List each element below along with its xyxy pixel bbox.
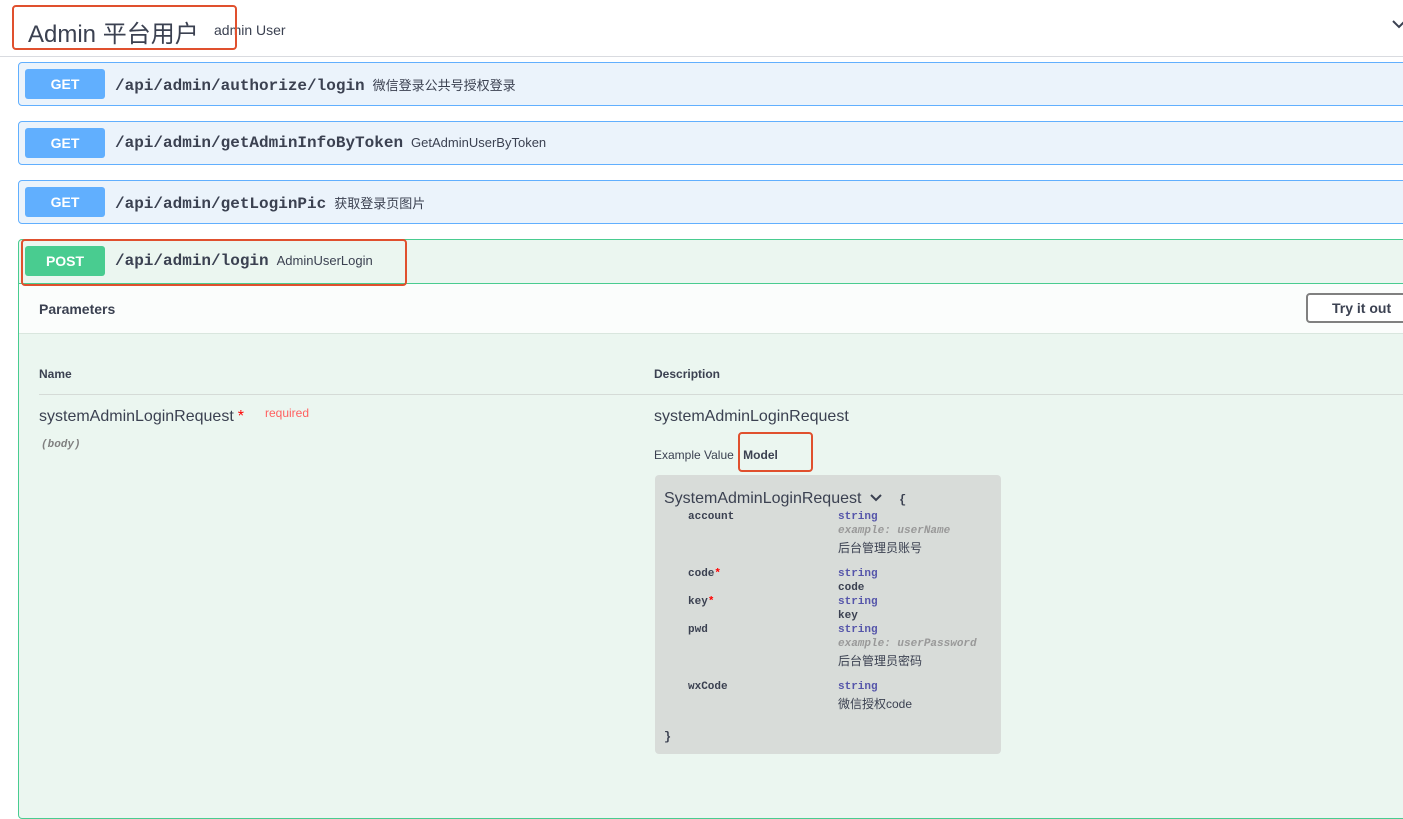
path-text: /api/admin/getLoginPic	[115, 195, 327, 213]
prop-name: pwd	[688, 624, 708, 636]
prop-description: key	[838, 610, 858, 622]
method-badge: GET	[25, 128, 105, 158]
prop-name: account	[688, 511, 734, 523]
method-badge: GET	[25, 69, 105, 99]
opblock-summary[interactable]: POST /api/admin/login AdminUserLogin	[19, 240, 1403, 284]
operation-path: /api/admin/getAdminInfoByToken GetAdminUs…	[115, 134, 546, 152]
prop-name-text: wxCode	[688, 681, 728, 693]
operation-summary: 微信登录公共号授权登录	[372, 78, 516, 93]
parameter-name: systemAdminLoginRequest *	[39, 408, 244, 426]
chevron-down-icon[interactable]	[870, 490, 882, 508]
opblock-get-admin-info[interactable]: GET /api/admin/getAdminInfoByToken GetAdm…	[18, 121, 1403, 165]
method-badge: POST	[25, 246, 105, 276]
operation-summary: 获取登录页图片	[334, 196, 426, 211]
prop-example: example: userPassword	[838, 638, 977, 650]
parameters-title: Parameters	[39, 301, 116, 317]
required-label: required	[265, 406, 310, 420]
schema-name: systemAdminLoginRequest	[654, 408, 849, 425]
required-star: *	[707, 596, 715, 608]
prop-name-text: account	[688, 511, 735, 523]
opblock-summary[interactable]: GET /api/admin/authorize/login 微信登录公共号授权登…	[19, 63, 1403, 107]
path-text: /api/admin/getAdminInfoByToken	[115, 134, 404, 152]
column-header-name: Name	[39, 367, 72, 381]
operation-path: /api/admin/login AdminUserLogin	[115, 252, 373, 270]
path-text: /api/admin/authorize/login	[115, 77, 365, 95]
parameters-header: Parameters Try it out	[19, 284, 1403, 334]
prop-type: string	[838, 568, 878, 580]
prop-description: code	[838, 582, 865, 594]
path-text: /api/admin/login	[115, 252, 269, 270]
prop-name: code*	[688, 568, 721, 580]
tag-description: admin User	[214, 22, 286, 38]
column-header-description: Description	[654, 367, 721, 381]
model-title-text: SystemAdminLoginRequest	[664, 490, 862, 508]
tag-title: Admin 平台用户	[28, 21, 199, 48]
prop-name: wxCode	[688, 681, 728, 693]
prop-name-text: key	[688, 596, 708, 608]
prop-type: string	[838, 624, 878, 636]
operation-summary: AdminUserLogin	[276, 253, 373, 268]
prop-name-text: pwd	[688, 624, 708, 636]
brace-close: }	[664, 730, 672, 744]
parameter-in: (body)	[41, 439, 81, 451]
prop-description: 后台管理员账号	[838, 541, 923, 555]
divider	[39, 394, 1403, 395]
opblock-summary[interactable]: GET /api/admin/getLoginPic 获取登录页图片	[19, 181, 1403, 225]
prop-description: 微信授权code	[838, 697, 913, 711]
prop-type: string	[838, 511, 878, 523]
tag-header[interactable]: Admin 平台用户 admin User	[0, 0, 1403, 57]
operation-path: /api/admin/getLoginPic 获取登录页图片	[115, 193, 425, 213]
prop-description: 后台管理员密码	[838, 654, 923, 668]
try-it-out-button[interactable]: Try it out	[1306, 293, 1403, 323]
operation-summary: GetAdminUserByToken	[411, 135, 547, 150]
operation-path: /api/admin/authorize/login 微信登录公共号授权登录	[115, 75, 516, 95]
tab-model[interactable]: Model	[743, 448, 778, 462]
prop-type: string	[838, 681, 878, 693]
prop-name-text: code	[688, 568, 715, 580]
prop-example: example: userName	[838, 525, 951, 537]
chevron-down-icon[interactable]	[1391, 14, 1403, 35]
opblock-get-authorize-login[interactable]: GET /api/admin/authorize/login 微信登录公共号授权登…	[18, 62, 1403, 106]
model-box: SystemAdminLoginRequest { account string…	[655, 475, 1001, 754]
method-badge: GET	[25, 187, 105, 217]
required-star: *	[714, 568, 722, 580]
opblock-summary[interactable]: GET /api/admin/getAdminInfoByToken GetAdm…	[19, 122, 1403, 166]
required-star: *	[237, 408, 244, 425]
tab-example-value[interactable]: Example Value	[654, 448, 734, 462]
prop-name: key*	[688, 596, 714, 608]
model-title[interactable]: SystemAdminLoginRequest	[664, 490, 882, 508]
brace-open: {	[899, 493, 907, 507]
prop-type: string	[838, 596, 878, 608]
opblock-post-login: POST /api/admin/login AdminUserLogin Para…	[18, 239, 1403, 819]
example-model-tabs: Example Value Model	[654, 448, 778, 462]
parameter-name-text: systemAdminLoginRequest	[39, 408, 234, 425]
opblock-get-login-pic[interactable]: GET /api/admin/getLoginPic 获取登录页图片	[18, 180, 1403, 224]
